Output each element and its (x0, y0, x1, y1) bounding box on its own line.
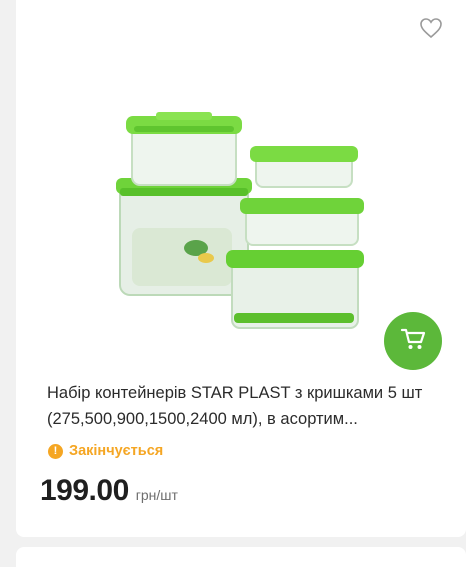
product-title-link[interactable]: Набір контейнерів STAR PLAST з кришками … (47, 380, 442, 432)
exclamation-circle-icon: ! (48, 443, 63, 459)
add-to-cart-button[interactable] (384, 312, 442, 370)
stock-status-label: Закінчується (69, 443, 164, 459)
price-unit: грн/шт (135, 487, 178, 503)
next-product-card[interactable] (16, 547, 466, 567)
product-image[interactable] (106, 108, 376, 338)
stock-status: ! Закінчується (48, 441, 163, 461)
shopping-cart-icon (400, 327, 426, 356)
price-value: 199.00 (40, 474, 129, 507)
price: 199.00 грн/шт (40, 474, 178, 508)
product-card[interactable]: Набір контейнерів STAR PLAST з кришками … (16, 0, 466, 537)
heart-icon[interactable] (419, 17, 443, 39)
